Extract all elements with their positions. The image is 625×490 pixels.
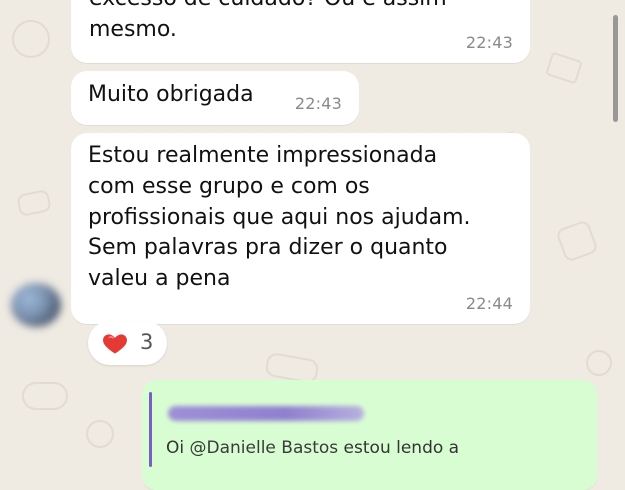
background-doodle (586, 350, 612, 376)
background-doodle (16, 188, 52, 218)
message-time: 22:44 (465, 293, 513, 313)
reply-prefix: Oi (166, 438, 190, 458)
mention-link[interactable]: @Danielle Bastos (190, 438, 339, 458)
reaction-count: 3 (140, 330, 154, 354)
heart-icon (103, 334, 127, 354)
message-text: excesso de cuidado? Ou é assim mesmo. (89, 0, 447, 42)
reply-text: Oi @Danielle Bastos estou lendo a (166, 438, 459, 458)
chat-scrollbar[interactable] (613, 15, 618, 122)
reply-suffix: estou lendo a (338, 438, 460, 458)
reply-quote-bar (149, 392, 152, 467)
background-doodle (555, 219, 599, 263)
message-time: 22:43 (294, 93, 342, 113)
message-text: Estou realmente impressionada com esse g… (88, 143, 471, 292)
outgoing-message-bubble[interactable] (142, 380, 597, 490)
reaction-pill[interactable]: 3 (88, 321, 167, 365)
background-doodle (22, 382, 68, 410)
message-bubble-3[interactable]: Estou realmente impressionada com esse g… (71, 133, 530, 324)
avatar[interactable] (11, 283, 61, 327)
message-bubble-1[interactable]: excesso de cuidado? Ou é assim mesmo. 22… (71, 0, 530, 63)
message-bubble-2[interactable]: Muito obrigada 22:43 (71, 71, 359, 125)
message-time: 22:43 (465, 32, 513, 52)
background-doodle (12, 20, 50, 58)
background-doodle (86, 420, 114, 448)
background-doodle (545, 51, 583, 85)
blurred-author-name (168, 406, 364, 421)
